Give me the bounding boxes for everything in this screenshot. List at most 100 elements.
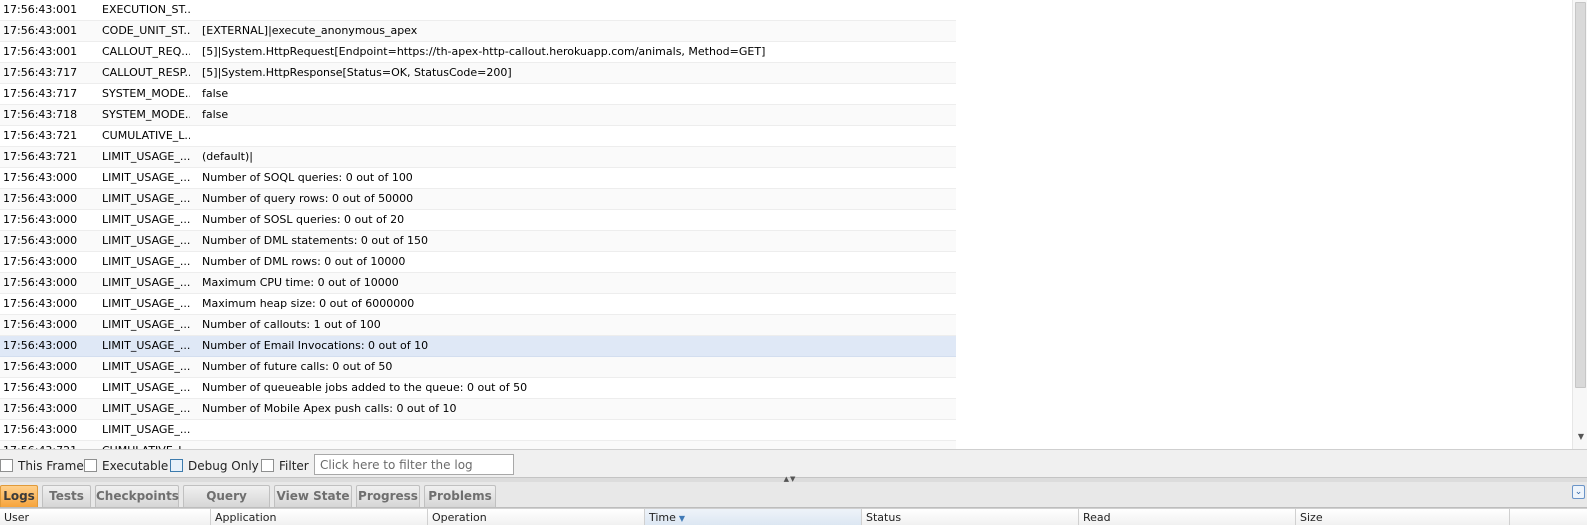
tab-checkpoints[interactable]: Checkpoints bbox=[95, 485, 179, 507]
log-event-cell: LIMIT_USAGE_... bbox=[102, 171, 190, 184]
log-row[interactable]: 17:56:43:000 LIMIT_USAGE_... Number of fut… bbox=[0, 357, 956, 378]
log-row[interactable]: 17:56:43:721 CUMULATIVE_L... bbox=[0, 126, 956, 147]
column-header-status-label: Status bbox=[866, 511, 902, 524]
logs-grid-header: User Application Operation Time ▼ Status … bbox=[0, 508, 1587, 525]
log-row[interactable]: 17:56:43:001 EXECUTION_ST... bbox=[0, 0, 956, 21]
execution-log-panel: 17:56:43:001 EXECUTION_ST... 17:56:43:001 C… bbox=[0, 0, 1587, 449]
log-details-cell: Number of Email Invocations: 0 out of 10 bbox=[202, 339, 429, 352]
checkbox-icon bbox=[84, 459, 97, 472]
log-row[interactable]: 17:56:43:000 LIMIT_USAGE_... Number of DML… bbox=[0, 252, 956, 273]
log-row[interactable]: 17:56:43:000 LIMIT_USAGE_... Number of Ema… bbox=[0, 336, 956, 357]
log-row[interactable]: 17:56:43:000 LIMIT_USAGE_... Number of cal… bbox=[0, 315, 956, 336]
log-details-cell: Maximum heap size: 0 out of 6000000 bbox=[202, 297, 415, 310]
log-details-cell: Number of query rows: 0 out of 50000 bbox=[202, 192, 414, 205]
log-event-cell: CODE_UNIT_ST... bbox=[102, 24, 190, 37]
log-event-cell: LIMIT_USAGE_... bbox=[102, 213, 190, 226]
log-time-cell: 17:56:43:000 bbox=[3, 234, 78, 247]
log-event-cell: CUMULATIVE_L... bbox=[102, 129, 190, 142]
execution-log-grid: 17:56:43:001 EXECUTION_ST... 17:56:43:001 C… bbox=[0, 0, 956, 449]
column-header-read[interactable]: Read bbox=[1079, 509, 1296, 525]
column-header-time-label: Time bbox=[649, 511, 676, 524]
executable-checkbox[interactable]: Executable bbox=[84, 458, 168, 473]
log-event-cell: LIMIT_USAGE_... bbox=[102, 381, 190, 394]
vertical-scrollbar[interactable]: ▼ bbox=[1572, 0, 1587, 449]
log-event-cell: CALLOUT_REQ... bbox=[102, 45, 190, 58]
log-row[interactable]: 17:56:43:000 LIMIT_USAGE_... Number of Mob… bbox=[0, 399, 956, 420]
log-details-cell: Number of DML statements: 0 out of 150 bbox=[202, 234, 429, 247]
log-time-cell: 17:56:43:000 bbox=[3, 402, 78, 415]
sort-descending-icon: ▼ bbox=[678, 514, 686, 523]
log-event-cell: LIMIT_USAGE_... bbox=[102, 339, 190, 352]
log-time-cell: 17:56:43:000 bbox=[3, 276, 78, 289]
log-row[interactable]: 17:56:43:000 LIMIT_USAGE_... bbox=[0, 420, 956, 441]
column-header-application[interactable]: Application bbox=[211, 509, 428, 525]
log-time-cell: 17:56:43:000 bbox=[3, 297, 78, 310]
checkbox-icon bbox=[0, 459, 13, 472]
log-time-cell: 17:56:43:721 bbox=[3, 129, 78, 142]
scrollbar-thumb[interactable] bbox=[1575, 2, 1586, 388]
column-header-status[interactable]: Status bbox=[862, 509, 1079, 525]
collapse-panel-icon[interactable]: ⌄ bbox=[1572, 485, 1585, 499]
log-event-cell: SYSTEM_MODE... bbox=[102, 87, 190, 100]
log-details-cell: (default)| bbox=[202, 150, 253, 163]
filter-checkbox[interactable]: Filter bbox=[261, 458, 309, 473]
column-header-application-label: Application bbox=[215, 511, 277, 524]
log-event-cell: LIMIT_USAGE_... bbox=[102, 234, 190, 247]
tab-view-state[interactable]: View State bbox=[274, 485, 352, 507]
log-time-cell: 17:56:43:000 bbox=[3, 339, 78, 352]
log-details-cell: Number of DML rows: 0 out of 10000 bbox=[202, 255, 406, 268]
log-event-cell: LIMIT_USAGE_... bbox=[102, 423, 190, 436]
log-details-cell: Maximum CPU time: 0 out of 10000 bbox=[202, 276, 399, 289]
column-header-operation-label: Operation bbox=[432, 511, 487, 524]
log-time-cell: 17:56:43:717 bbox=[3, 87, 78, 100]
log-event-cell: LIMIT_USAGE_... bbox=[102, 360, 190, 373]
tab-problems[interactable]: Problems bbox=[424, 485, 496, 507]
this-frame-label: This Frame bbox=[18, 458, 84, 473]
column-header-operation[interactable]: Operation bbox=[428, 509, 645, 525]
log-event-cell: LIMIT_USAGE_... bbox=[102, 297, 190, 310]
column-header-user[interactable]: User bbox=[0, 509, 211, 525]
debug-only-label: Debug Only bbox=[188, 458, 259, 473]
log-row[interactable]: 17:56:43:717 CALLOUT_RESP... [5]|System.Ht… bbox=[0, 63, 956, 84]
tab-progress[interactable]: Progress bbox=[356, 485, 420, 507]
log-time-cell: 17:56:43:000 bbox=[3, 192, 78, 205]
log-details-cell: Number of queueable jobs added to the qu… bbox=[202, 381, 528, 394]
log-time-cell: 17:56:43:717 bbox=[3, 66, 78, 79]
log-row[interactable]: 17:56:43:000 LIMIT_USAGE_... Number of que… bbox=[0, 378, 956, 399]
log-time-cell: 17:56:43:001 bbox=[3, 3, 78, 16]
scroll-down-arrow-icon[interactable]: ▼ bbox=[1576, 432, 1586, 442]
log-time-cell: 17:56:43:000 bbox=[3, 360, 78, 373]
log-row[interactable]: 17:56:43:001 CODE_UNIT_ST... [EXTERNAL]|ex… bbox=[0, 21, 956, 42]
log-details-cell: [5]|System.HttpResponse[Status=OK, Statu… bbox=[202, 66, 512, 79]
log-event-cell: LIMIT_USAGE_... bbox=[102, 150, 190, 163]
log-time-cell: 17:56:43:001 bbox=[3, 24, 78, 37]
log-row[interactable]: 17:56:43:000 LIMIT_USAGE_... Number of que… bbox=[0, 189, 956, 210]
log-details-cell: [EXTERNAL]|execute_anonymous_apex bbox=[202, 24, 418, 37]
log-event-cell: LIMIT_USAGE_... bbox=[102, 318, 190, 331]
tab-logs[interactable]: Logs bbox=[0, 485, 38, 507]
log-row[interactable]: 17:56:43:000 LIMIT_USAGE_... Number of DML… bbox=[0, 231, 956, 252]
log-row[interactable]: 17:56:43:000 LIMIT_USAGE_... Number of SOS… bbox=[0, 210, 956, 231]
tab-query-editor[interactable]: Query Editor bbox=[183, 485, 270, 524]
log-row[interactable]: 17:56:43:000 LIMIT_USAGE_... Maximum CPU t… bbox=[0, 273, 956, 294]
column-header-time[interactable]: Time ▼ bbox=[645, 509, 862, 525]
executable-label: Executable bbox=[102, 458, 169, 473]
log-event-cell: LIMIT_USAGE_... bbox=[102, 402, 190, 415]
log-row[interactable]: 17:56:43:000 LIMIT_USAGE_... Number of SOQ… bbox=[0, 168, 956, 189]
log-row[interactable]: 17:56:43:721 LIMIT_USAGE_... (default)| bbox=[0, 147, 956, 168]
tab-tests[interactable]: Tests bbox=[42, 485, 91, 507]
log-row[interactable]: 17:56:43:718 SYSTEM_MODE... false bbox=[0, 105, 956, 126]
log-row[interactable]: 17:56:43:717 SYSTEM_MODE... false bbox=[0, 84, 956, 105]
log-row[interactable]: 17:56:43:000 LIMIT_USAGE_... Maximum heap … bbox=[0, 294, 956, 315]
log-time-cell: 17:56:43:721 bbox=[3, 441, 95, 449]
log-details-cell: Number of future calls: 0 out of 50 bbox=[202, 360, 393, 373]
log-filter-input[interactable] bbox=[314, 454, 514, 475]
log-row[interactable]: 17:56:43:001 CALLOUT_REQ... [5]|System.Htt… bbox=[0, 42, 956, 63]
log-details-cell: Number of SOSL queries: 0 out of 20 bbox=[202, 213, 405, 226]
log-row[interactable]: 17:56:43:721 CUMULATIVE_L... bbox=[0, 441, 956, 449]
column-header-size[interactable]: Size bbox=[1296, 509, 1510, 525]
this-frame-checkbox[interactable]: This Frame bbox=[0, 458, 84, 473]
log-event-cell: LIMIT_USAGE_... bbox=[102, 276, 190, 289]
log-event-cell: LIMIT_USAGE_... bbox=[102, 192, 190, 205]
debug-only-checkbox[interactable]: Debug Only bbox=[170, 458, 259, 473]
